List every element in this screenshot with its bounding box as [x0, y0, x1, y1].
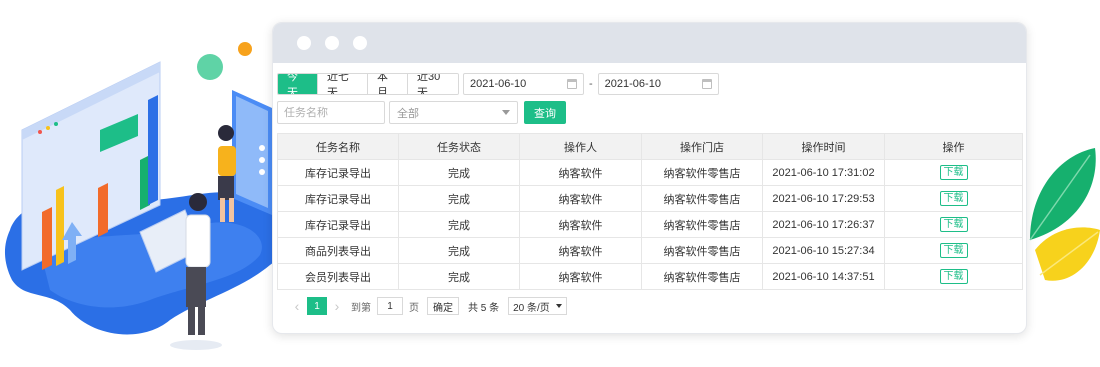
window-titlebar — [273, 23, 1026, 63]
column-header-store: 操作门店 — [641, 133, 763, 160]
task-status-select[interactable]: 全部 — [389, 101, 518, 124]
cell-task-name: 会员列表导出 — [277, 263, 399, 290]
cell-task-status: 完成 — [398, 211, 520, 238]
query-button[interactable]: 查询 — [524, 101, 566, 124]
download-button[interactable]: 下载 — [939, 191, 968, 206]
prev-page-icon[interactable]: ‹ — [287, 298, 307, 314]
download-button[interactable]: 下载 — [939, 269, 968, 284]
download-button[interactable]: 下载 — [939, 217, 968, 232]
tab-last-7-days[interactable]: 近七天 — [317, 74, 367, 94]
task-status-value: 全部 — [397, 107, 419, 120]
tab-today[interactable]: 今天 — [278, 74, 317, 94]
illustration-orange-circle — [238, 42, 252, 56]
pagination: ‹ 1 › 到第 页 确定 共 5 条 20 条/页 — [277, 290, 1020, 322]
total-count: 共 5 条 — [468, 302, 500, 314]
illustration-bar — [148, 95, 158, 205]
cell-operator: 纳客软件 — [519, 159, 642, 186]
cell-task-status: 完成 — [398, 263, 520, 290]
cell-task-status: 完成 — [398, 185, 520, 212]
cell-task-status: 完成 — [398, 159, 520, 186]
tab-last-30-days[interactable]: 近30天 — [407, 74, 458, 94]
cell-action: 下载 — [884, 237, 1023, 264]
cell-action: 下载 — [884, 185, 1023, 212]
dashboard-illustration — [4, 42, 291, 350]
cell-store: 纳客软件零售店 — [641, 159, 763, 186]
column-header-operator: 操作人 — [519, 133, 642, 160]
cell-task-name: 商品列表导出 — [277, 237, 399, 264]
calendar-icon — [567, 79, 577, 89]
illustration-bar — [42, 207, 52, 270]
illustration-green-circle — [197, 54, 223, 80]
illustration-bar — [56, 186, 64, 266]
dropdown-arrow-icon — [502, 110, 510, 115]
goto-confirm-button[interactable]: 确定 — [427, 297, 459, 315]
calendar-icon — [701, 79, 712, 89]
window-dot-2 — [325, 36, 339, 50]
task-export-page: 今天 近七天 本月 近30天 2021-06-10 - 2021-06-10 全… — [273, 63, 1026, 322]
goto-page-input[interactable] — [377, 297, 403, 315]
end-date-value: 2021-06-10 — [604, 78, 661, 90]
table-row: 库存记录导出 完成 纳客软件 纳客软件零售店 2021-06-10 17:29:… — [277, 185, 1023, 212]
cell-store: 纳客软件零售店 — [641, 211, 763, 238]
start-date-value: 2021-06-10 — [470, 78, 527, 90]
date-filter-row: 今天 近七天 本月 近30天 2021-06-10 - 2021-06-10 — [277, 73, 1020, 95]
page-unit-label: 页 — [409, 302, 419, 314]
cell-task-name: 库存记录导出 — [277, 211, 399, 238]
cell-action: 下载 — [884, 263, 1023, 290]
column-header-time: 操作时间 — [762, 133, 885, 160]
window-dot-3 — [353, 36, 367, 50]
page-size-select[interactable]: 20 条/页 — [508, 297, 567, 315]
cell-action: 下载 — [884, 211, 1023, 238]
cell-time: 2021-06-10 17:31:02 — [762, 159, 885, 186]
task-name-input[interactable] — [277, 101, 385, 124]
column-header-action: 操作 — [884, 133, 1023, 160]
cell-time: 2021-06-10 17:29:53 — [762, 185, 885, 212]
current-page-button[interactable]: 1 — [307, 297, 327, 315]
cell-action: 下载 — [884, 159, 1023, 186]
cell-task-status: 完成 — [398, 237, 520, 264]
column-header-task-name: 任务名称 — [277, 133, 399, 160]
cell-time: 2021-06-10 14:37:51 — [762, 263, 885, 290]
cell-time: 2021-06-10 15:27:34 — [762, 237, 885, 264]
download-button[interactable]: 下载 — [939, 243, 968, 258]
tab-this-month[interactable]: 本月 — [367, 74, 407, 94]
next-page-icon[interactable]: › — [327, 298, 347, 314]
cell-time: 2021-06-10 17:26:37 — [762, 211, 885, 238]
illustration-bar — [98, 183, 108, 237]
window-dot-1 — [297, 36, 311, 50]
browser-window: 今天 近七天 本月 近30天 2021-06-10 - 2021-06-10 全… — [272, 22, 1027, 334]
dropdown-arrow-icon — [555, 304, 562, 308]
download-button[interactable]: 下载 — [939, 165, 968, 180]
page-size-value: 20 条/页 — [513, 302, 550, 314]
cell-operator: 纳客软件 — [519, 185, 642, 212]
cell-operator: 纳客软件 — [519, 237, 642, 264]
column-header-task-status: 任务状态 — [398, 133, 520, 160]
table-row: 商品列表导出 完成 纳客软件 纳客软件零售店 2021-06-10 15:27:… — [277, 237, 1023, 264]
task-table: 任务名称 任务状态 操作人 操作门店 操作时间 操作 库存记录导出 完成 纳客软… — [277, 133, 1023, 290]
end-date-picker[interactable]: 2021-06-10 — [597, 73, 719, 95]
cell-store: 纳客软件零售店 — [641, 237, 763, 264]
cell-task-name: 库存记录导出 — [277, 185, 399, 212]
cell-operator: 纳客软件 — [519, 263, 642, 290]
goto-label: 到第 — [351, 302, 371, 314]
table-header-row: 任务名称 任务状态 操作人 操作门店 操作时间 操作 — [277, 133, 1023, 160]
cell-store: 纳客软件零售店 — [641, 185, 763, 212]
search-filter-row: 全部 查询 — [277, 101, 1020, 124]
cell-store: 纳客软件零售店 — [641, 263, 763, 290]
start-date-picker[interactable]: 2021-06-10 — [463, 73, 584, 95]
date-range-tabs: 今天 近七天 本月 近30天 — [277, 73, 459, 95]
date-separator: - — [589, 78, 593, 90]
cell-operator: 纳客软件 — [519, 211, 642, 238]
table-row: 会员列表导出 完成 纳客软件 纳客软件零售店 2021-06-10 14:37:… — [277, 263, 1023, 290]
cell-task-name: 库存记录导出 — [277, 159, 399, 186]
table-row: 库存记录导出 完成 纳客软件 纳客软件零售店 2021-06-10 17:31:… — [277, 159, 1023, 186]
table-row: 库存记录导出 完成 纳客软件 纳客软件零售店 2021-06-10 17:26:… — [277, 211, 1023, 238]
